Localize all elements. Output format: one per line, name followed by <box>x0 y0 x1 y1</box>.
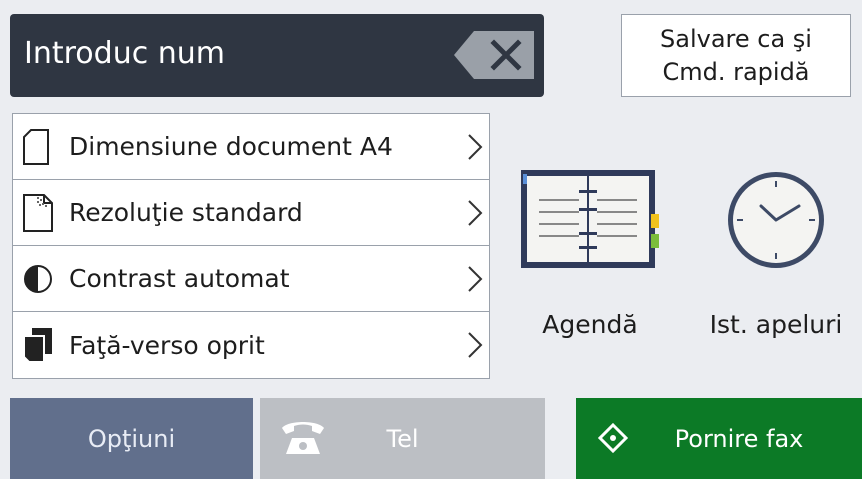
fax-settings-list: Dimensiune document A4 Rezoluţie standar… <box>12 113 490 379</box>
address-book-label: Agendă <box>542 310 638 339</box>
clock-icon <box>728 172 824 268</box>
setting-resolution[interactable]: Rezoluţie standard <box>13 180 489 246</box>
call-history-label: Ist. apeluri <box>709 310 843 339</box>
address-book-button[interactable]: Agendă <box>515 168 665 339</box>
options-label: Opţiuni <box>87 424 176 453</box>
fax-number-input[interactable]: Introduc num <box>10 14 544 97</box>
document-size-icon <box>23 125 67 169</box>
chevron-right-icon <box>468 134 483 160</box>
chevron-right-icon <box>468 332 483 358</box>
address-book-icon <box>521 170 659 268</box>
chevron-right-icon <box>468 266 483 292</box>
chevron-right-icon <box>468 200 483 226</box>
tel-button[interactable]: Tel <box>260 398 545 479</box>
tel-label: Tel <box>386 424 419 453</box>
backspace-icon[interactable] <box>454 31 534 79</box>
start-diamond-icon <box>598 423 628 453</box>
setting-contrast[interactable]: Contrast automat <box>13 246 489 312</box>
contrast-icon <box>23 257 67 301</box>
save-as-shortcut-button[interactable]: Salvare ca şi Cmd. rapidă <box>621 14 851 97</box>
save-shortcut-line2: Cmd. rapidă <box>662 57 810 86</box>
start-fax-button[interactable]: Pornire fax <box>576 398 862 479</box>
duplex-icon <box>23 323 67 367</box>
save-shortcut-line1: Salvare ca şi <box>660 24 812 53</box>
call-history-button[interactable]: Ist. apeluri <box>690 168 862 339</box>
setting-label: Dimensiune document A4 <box>69 132 393 161</box>
setting-label: Faţă-verso oprit <box>69 330 265 360</box>
phone-handset-icon <box>282 422 324 454</box>
fax-number-placeholder: Introduc num <box>24 36 225 71</box>
setting-document-size[interactable]: Dimensiune document A4 <box>13 114 489 180</box>
resolution-icon <box>23 191 67 235</box>
setting-label: Rezoluţie standard <box>69 198 303 227</box>
setting-label: Contrast automat <box>69 264 290 293</box>
options-button[interactable]: Opţiuni <box>10 398 253 479</box>
setting-duplex[interactable]: Faţă-verso oprit <box>13 312 489 378</box>
start-fax-label: Pornire fax <box>674 424 804 453</box>
